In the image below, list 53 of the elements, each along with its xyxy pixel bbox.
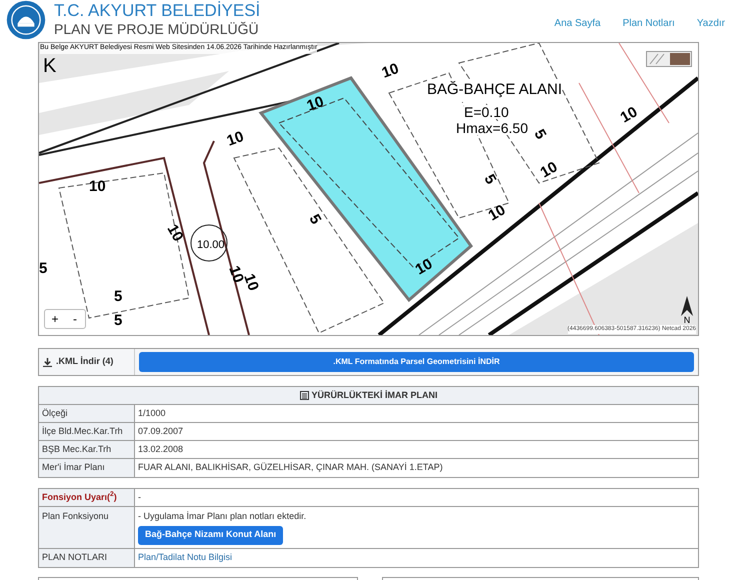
dimension-label: 5 [530, 126, 550, 142]
zone-title: BAĞ-BAHÇE ALANI [427, 79, 562, 102]
zone-ratio: E=0.10 [464, 105, 509, 119]
table-cell-text: 13.02.2008 [138, 442, 184, 456]
nav-link[interactable]: Yazdır [696, 16, 725, 31]
zoom-out-button[interactable]: - [65, 310, 85, 328]
table-cell-text: - Uygulama İmar Planı plan notları ektedir. [138, 510, 306, 523]
kml-download-button[interactable]: .KML Formatında Parsel Geometrisini İNDİR [139, 352, 694, 372]
table-cell-text: - [138, 490, 141, 504]
table-cell-text: FUAR ALANI, BALIKHİSAR, GÜZELHİSAR, ÇINAR MAH. (SANAYİ 1.ETAP) [138, 461, 443, 474]
layers-icon[interactable] [646, 51, 692, 67]
table-label: Plan Fonksiyonu [42, 511, 109, 521]
table-label: PLAN NOTLARI [42, 550, 108, 564]
dimension-label: 10 [164, 222, 187, 244]
table-label: Mer'i İmar Planı [42, 461, 105, 474]
table-title: YÜRÜRLÜKTEKİ İMAR PLANI [312, 388, 438, 402]
dimension-label: 5 [480, 172, 500, 188]
dimension-label: 10 [538, 158, 560, 182]
kml-label: .KML İndir (4) [56, 355, 114, 368]
dimension-label: 5 [39, 260, 48, 277]
document-icon [300, 391, 308, 400]
zoom-in-button[interactable]: + [45, 310, 65, 328]
table-label: İlçe Bld.Mec.Kar.Trh [42, 424, 123, 438]
table-cell-text: 07.09.2007 [138, 424, 184, 438]
map-letter: K [43, 54, 56, 79]
plan-notes-link[interactable]: Plan/Tadilat Notu Bilgisi [138, 550, 232, 564]
table-label: BŞB Mec.Kar.Trh [42, 442, 112, 456]
dimension-label: 10 [89, 178, 106, 195]
table-cell-text: 1/1000 [138, 406, 166, 420]
dimension-label: 10 [618, 103, 640, 126]
dimension-label: 10 [412, 255, 436, 278]
north-arrow-icon [680, 296, 694, 316]
function-button[interactable]: Bağ-Bahçe Nizamı Konut Alanı [138, 526, 284, 544]
department-name: PLAN VE PROJE MÜDÜRLÜĞÜ [54, 22, 260, 36]
zone-height: Hmax=6.50 [456, 121, 528, 135]
download-icon [43, 358, 52, 366]
dimension-label: 5 [114, 312, 122, 329]
nav-link[interactable]: Ana Sayfa [554, 16, 601, 31]
dimension-label: 5 [114, 288, 122, 305]
road-marker: 10.00 [197, 239, 225, 251]
dimension-label: 10 [380, 60, 402, 82]
road-marker-circle [190, 224, 228, 262]
dimension-label: 10 [224, 128, 246, 150]
table-label: Ölçeği [42, 406, 68, 420]
dimension-label: 10 [304, 93, 326, 115]
table-label: Fonsiyon Uyarı($^{2}$) [42, 490, 117, 504]
dimension-label: 5 [306, 212, 324, 228]
municipality-logo-icon [6, 0, 46, 40]
zoning-map[interactable] [38, 42, 699, 336]
page-title: T.C. AKYURT BELEDİYESİ [54, 2, 260, 19]
compass-letter: N [684, 316, 690, 325]
nav-link[interactable]: Plan Notları [622, 16, 675, 31]
dimension-label: 10 [486, 201, 508, 224]
